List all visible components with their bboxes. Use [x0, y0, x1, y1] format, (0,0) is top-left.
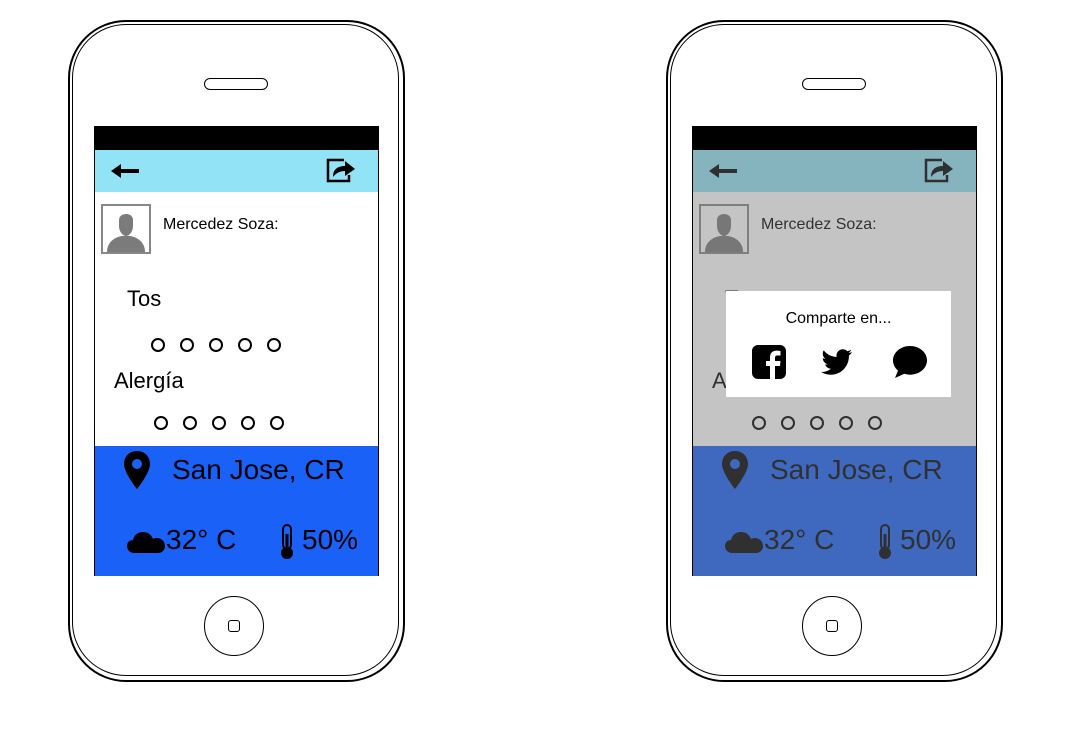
phone-speaker — [802, 78, 866, 90]
rating-tos — [151, 338, 281, 352]
rating-option[interactable] — [154, 416, 168, 430]
rating-option[interactable] — [212, 416, 226, 430]
phone-left: Mercedez Soza: Tos Alergía San Jose, CR — [68, 20, 405, 682]
home-square-icon — [228, 620, 240, 632]
phone-right: Mercedez Soza: Tos Alergía San Jose, CR — [666, 20, 1003, 682]
rating-option[interactable] — [270, 416, 284, 430]
map-pin-icon — [124, 451, 150, 489]
phone-screen: Mercedez Soza: Tos Alergía San Jose, CR — [692, 126, 977, 576]
rating-option[interactable] — [180, 338, 194, 352]
rating-option[interactable] — [241, 416, 255, 430]
temperature-text: 32° C — [166, 524, 237, 555]
symptom-label-alergia: Alergía — [114, 368, 184, 393]
rating-alergia — [154, 416, 284, 430]
home-button[interactable] — [802, 596, 862, 656]
location-text: San Jose, CR — [172, 454, 345, 485]
status-bar — [693, 126, 976, 150]
rating-option[interactable] — [267, 338, 281, 352]
weather-panel: San Jose, CR 32° C 50% — [95, 446, 378, 576]
rating-option[interactable] — [151, 338, 165, 352]
user-name: Mercedez Soza: — [163, 216, 279, 233]
phone-speaker — [204, 78, 268, 90]
rating-option[interactable] — [183, 416, 197, 430]
humidity-text: 50% — [302, 524, 359, 555]
home-square-icon — [826, 620, 838, 632]
status-bar — [95, 126, 378, 150]
user-avatar-icon — [101, 204, 151, 254]
facebook-icon[interactable] — [752, 345, 786, 379]
share-dialog-title: Comparte en... — [785, 310, 892, 327]
share-icon[interactable] — [325, 158, 357, 184]
app-bar — [95, 150, 378, 192]
symptom-label-tos: Tos — [127, 286, 162, 311]
phone-screen: Mercedez Soza: Tos Alergía San Jose, CR — [94, 126, 379, 576]
rating-option[interactable] — [209, 338, 223, 352]
arrow-left-icon[interactable] — [107, 161, 141, 181]
twitter-icon[interactable] — [821, 349, 853, 375]
thermometer-icon — [281, 524, 293, 559]
home-button[interactable] — [204, 596, 264, 656]
rating-option[interactable] — [238, 338, 252, 352]
share-dialog: Comparte en... — [726, 291, 951, 397]
message-icon[interactable] — [892, 344, 928, 380]
cloud-icon — [127, 532, 165, 553]
